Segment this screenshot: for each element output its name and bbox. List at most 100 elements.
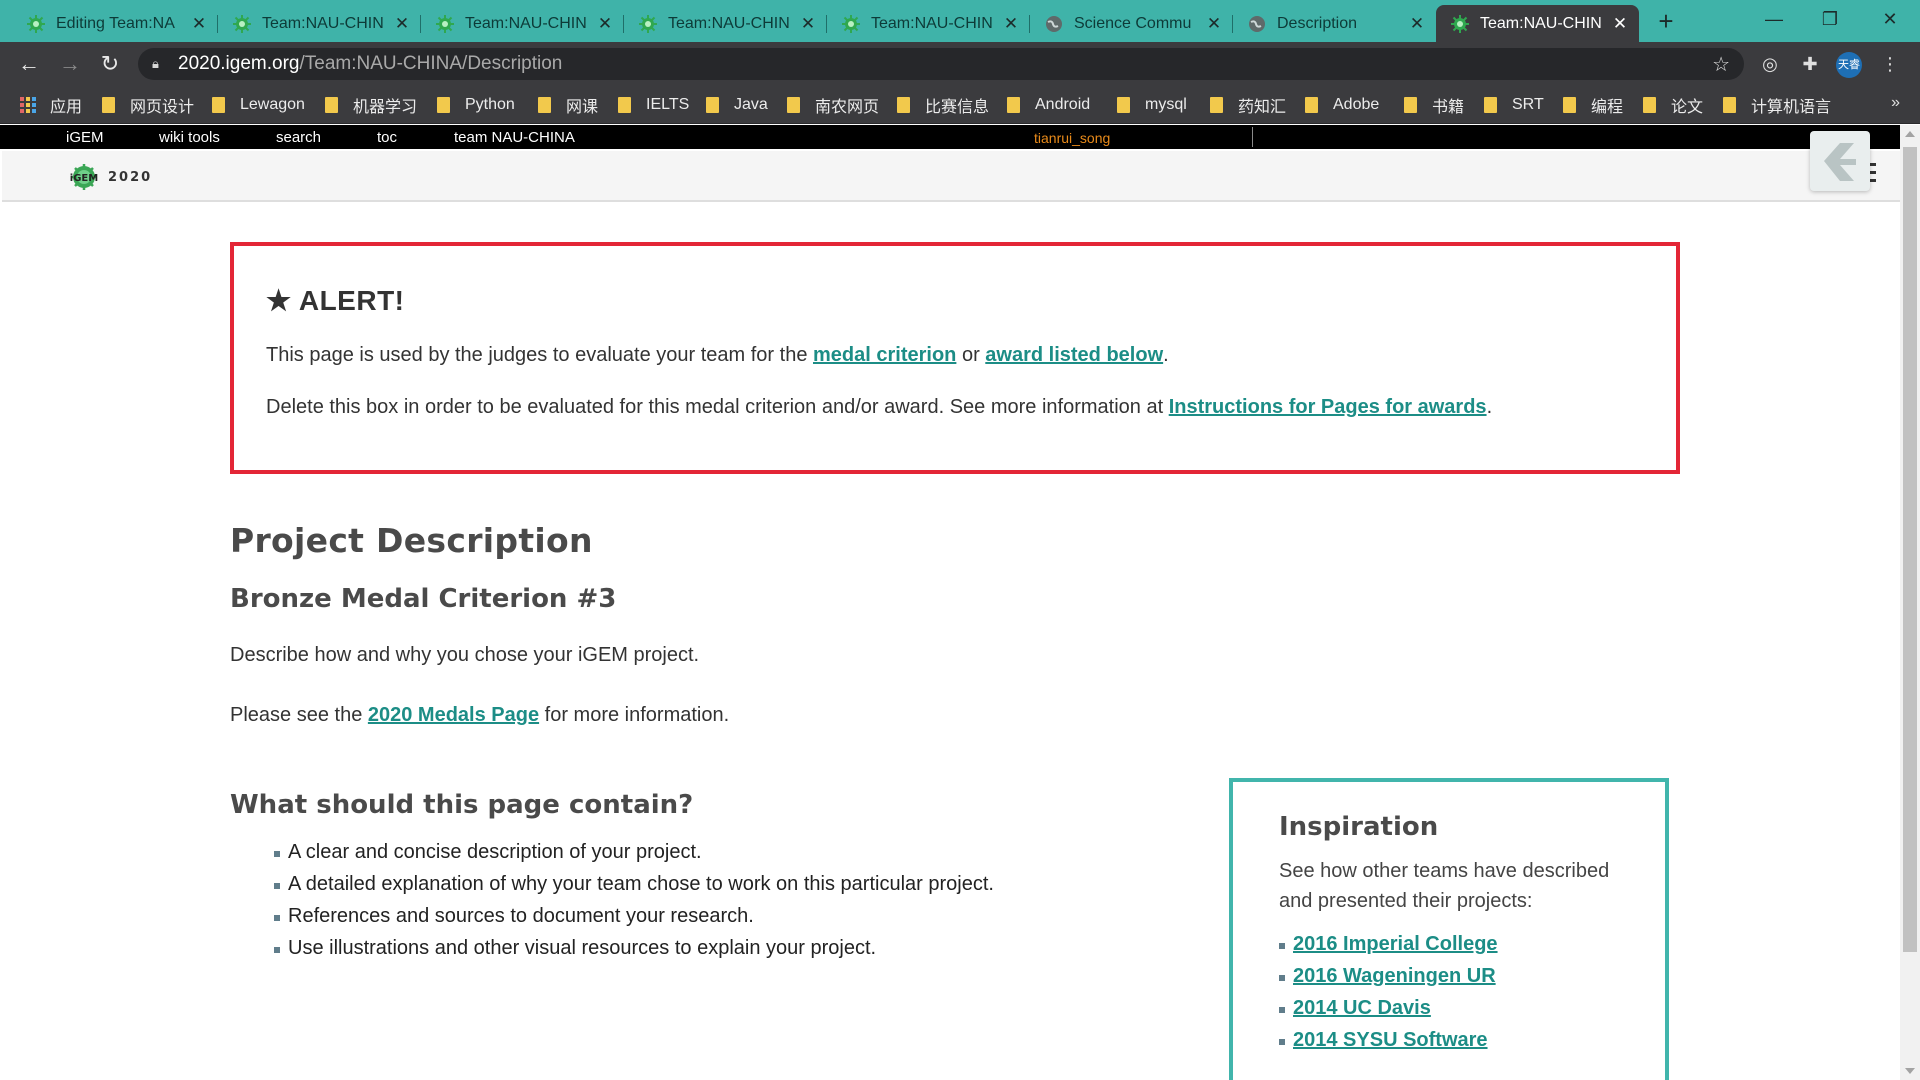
bookmark-folder[interactable]: 药知汇 <box>1210 86 1286 124</box>
bookmark-folder[interactable]: 论文 <box>1643 86 1703 124</box>
bookmark-label: 应用 <box>50 99 83 116</box>
bookmark-folder[interactable]: 网页设计 <box>102 86 194 124</box>
igem-nav-link[interactable]: search <box>276 129 321 146</box>
browser-tab[interactable]: Description ✕ <box>1233 5 1436 42</box>
close-icon[interactable]: ✕ <box>1205 14 1223 34</box>
restore-icon[interactable]: ❐ <box>1802 0 1858 38</box>
bookmark-star-icon[interactable]: ☆ <box>1712 52 1730 77</box>
browser-tab[interactable]: Team:NAU-CHIN ✕ <box>624 5 827 42</box>
site-header: iGEM 2020 <box>2 151 1900 202</box>
forward-arrow-icon[interactable]: → <box>55 50 85 78</box>
close-icon[interactable]: ✕ <box>393 14 411 34</box>
page-scrollbar[interactable] <box>1900 125 1920 1080</box>
bookmark-folder[interactable]: Adobe <box>1305 86 1379 124</box>
browser-tab[interactable]: Team:NAU-CHIN ✕ <box>421 5 624 42</box>
folder-icon <box>1643 97 1656 113</box>
inspiration-link[interactable]: 2014 SYSU Software <box>1293 1029 1488 1051</box>
close-icon[interactable]: ✕ <box>1408 14 1426 34</box>
folder-icon <box>1723 97 1736 113</box>
close-icon[interactable]: ✕ <box>596 14 614 34</box>
back-arrow-icon[interactable]: ← <box>14 50 44 78</box>
browser-tab[interactable]: Science Commu ✕ <box>1030 5 1233 42</box>
bookmark-label: 书籍 <box>1432 99 1465 116</box>
inspiration-link[interactable]: 2016 Wageningen UR <box>1293 965 1496 987</box>
folder-icon <box>1563 97 1576 113</box>
close-icon[interactable]: ✕ <box>190 14 208 34</box>
close-icon[interactable]: ✕ <box>1611 14 1629 34</box>
minimize-icon[interactable]: — <box>1746 0 1802 38</box>
bookmarks-bar: 应用 网页设计 Lewagon 机器学习 Python 网课 IELTS Jav… <box>0 86 1920 124</box>
folder-icon <box>325 97 338 113</box>
close-window-icon[interactable]: ✕ <box>1862 0 1918 38</box>
igem-username[interactable]: tianrui_song <box>1034 130 1110 146</box>
bookmark-folder[interactable]: 机器学习 <box>325 86 417 124</box>
alert-title: ★ ALERT! <box>266 285 405 316</box>
browser-tab-active[interactable]: Team:NAU-CHIN ✕ <box>1436 5 1639 42</box>
instructions-link[interactable]: Instructions for Pages for awards <box>1169 396 1487 418</box>
bookmark-folder[interactable]: SRT <box>1484 86 1544 124</box>
profile-avatar[interactable]: 天睿 <box>1836 52 1862 78</box>
igem-favicon-icon <box>639 14 657 33</box>
bookmark-folder[interactable]: 书籍 <box>1404 86 1464 124</box>
award-listed-below-link[interactable]: award listed below <box>985 344 1163 366</box>
new-tab-button[interactable]: + <box>1652 8 1680 36</box>
scrollbar-thumb[interactable] <box>1903 147 1917 952</box>
bookmark-folder[interactable]: 南农网页 <box>787 86 879 124</box>
browser-tab-bar: Editing Team:NA ✕ Team:NAU-CHIN ✕ Team:N… <box>0 0 1920 42</box>
igem-nav-link[interactable]: toc <box>377 129 397 146</box>
reload-icon[interactable]: ↻ <box>95 50 125 78</box>
bookmark-folder[interactable]: 编程 <box>1563 86 1623 124</box>
bookmark-label: Java <box>734 96 768 113</box>
close-icon[interactable]: ✕ <box>1002 14 1020 34</box>
inspiration-link[interactable]: 2016 Imperial College <box>1293 933 1498 955</box>
tab-title: Editing Team:NA <box>56 14 175 32</box>
bookmark-folder[interactable]: 网课 <box>538 86 598 124</box>
scroll-down-icon[interactable] <box>1905 1068 1915 1074</box>
description-text: Describe how and why you chose your iGEM… <box>230 644 700 666</box>
folder-icon <box>1484 97 1497 113</box>
bookmark-folder[interactable]: IELTS <box>618 86 689 124</box>
bookmark-folder[interactable]: Android <box>1007 86 1090 124</box>
bookmark-label: Lewagon <box>240 96 305 113</box>
bookmark-folder[interactable]: 计算机语言 <box>1723 86 1831 124</box>
bookmark-apps[interactable]: 应用 <box>20 86 82 124</box>
medals-page-link[interactable]: 2020 Medals Page <box>368 704 539 726</box>
bookmark-folder[interactable]: 比赛信息 <box>897 86 989 124</box>
puzzle-extensions-icon[interactable]: ✚ <box>1796 50 1824 78</box>
igem-nav-link[interactable]: iGEM <box>66 129 104 146</box>
logo-year: 2020 <box>108 169 153 185</box>
bookmark-label: 网页设计 <box>130 99 195 116</box>
browser-tab[interactable]: Team:NAU-CHIN ✕ <box>827 5 1030 42</box>
browser-tab[interactable]: Team:NAU-CHIN ✕ <box>218 5 421 42</box>
list-item: 2016 Wageningen UR <box>1279 960 1665 992</box>
bookmark-folder[interactable]: Python <box>437 86 515 124</box>
more-menu-icon[interactable]: ⋮ <box>1876 50 1904 78</box>
tab-title: Description <box>1277 14 1358 32</box>
bookmark-folder[interactable]: Lewagon <box>212 86 305 124</box>
page-content: ★ ALERT! This page is used by the judges… <box>0 204 1900 1080</box>
incognito-extension-icon[interactable]: ◎ <box>1756 50 1784 78</box>
browser-tab[interactable]: Editing Team:NA ✕ <box>12 5 218 42</box>
medal-criterion-link[interactable]: medal criterion <box>813 344 956 366</box>
igem-favicon-icon <box>1451 14 1469 33</box>
tab-title: Team:NAU-CHIN <box>465 14 587 32</box>
igem-nav-link[interactable]: team NAU-CHINA <box>454 129 575 146</box>
bookmark-folder[interactable]: Java <box>706 86 768 124</box>
igem-favicon-icon <box>436 14 454 33</box>
bookmark-folder[interactable]: mysql <box>1117 86 1187 124</box>
scroll-to-top-button[interactable] <box>1810 131 1870 191</box>
igem-nav-link[interactable]: wiki tools <box>159 129 220 146</box>
close-icon[interactable]: ✕ <box>799 14 817 34</box>
folder-icon <box>1404 97 1417 113</box>
bookmarks-overflow-icon[interactable]: » <box>1891 94 1900 112</box>
inspiration-link[interactable]: 2014 UC Davis <box>1293 997 1431 1019</box>
url-path: /Team:NAU-CHINA/Description <box>299 53 563 74</box>
inspiration-box: Inspiration See how other teams have des… <box>1229 778 1669 1080</box>
tab-title: Science Commu <box>1074 14 1192 32</box>
scroll-up-icon[interactable] <box>1905 131 1915 137</box>
alert-box: ★ ALERT! This page is used by the judges… <box>230 242 1680 474</box>
igem-logo[interactable]: iGEM 2020 <box>64 164 152 190</box>
address-bar[interactable]: 🔒︎ 2020.igem.org/Team:NAU-CHINA/Descript… <box>138 48 1744 80</box>
folder-icon <box>1305 97 1318 113</box>
bookmark-label: 编程 <box>1591 99 1624 116</box>
